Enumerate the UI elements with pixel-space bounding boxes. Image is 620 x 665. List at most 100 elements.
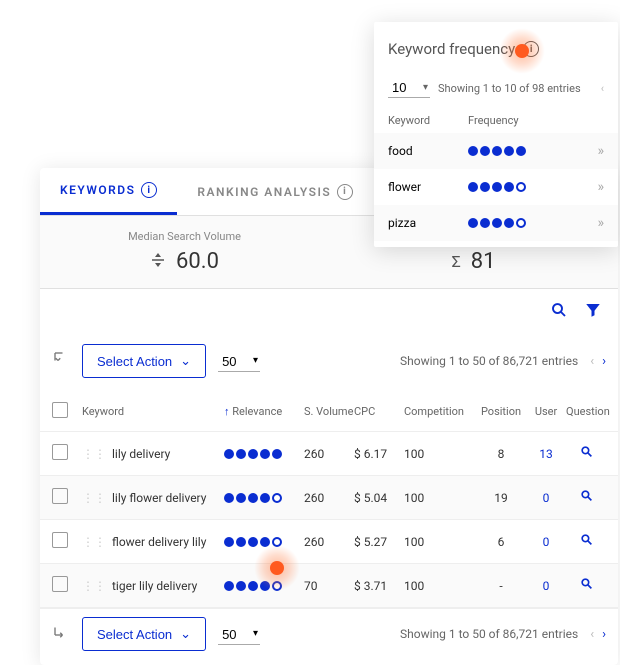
- filter-icon[interactable]: [580, 297, 606, 328]
- prev-page-icon[interactable]: ‹: [590, 627, 594, 642]
- popup-frequency-dots: [468, 218, 584, 228]
- magnify-icon[interactable]: [580, 491, 593, 506]
- relevance-dots: [224, 537, 304, 547]
- magnify-icon[interactable]: [580, 535, 593, 550]
- search-icon[interactable]: [546, 297, 572, 328]
- popup-frequency-dots: [468, 182, 584, 192]
- select-action-button[interactable]: Select Action ⌄: [82, 344, 206, 378]
- row-checkbox[interactable]: [52, 532, 68, 548]
- header-svolume[interactable]: S. Volume: [304, 405, 354, 418]
- relevance-dots: [224, 581, 304, 591]
- info-icon[interactable]: i: [337, 184, 353, 200]
- cell-competition: 100: [404, 491, 476, 505]
- cell-user[interactable]: 0: [526, 579, 566, 593]
- header-position[interactable]: Position: [476, 405, 526, 418]
- page-size-select-bottom[interactable]: [218, 625, 260, 645]
- tab-keywords-label: KEYWORDS: [60, 183, 135, 197]
- header-question[interactable]: Question: [566, 405, 606, 418]
- select-action-button-bottom[interactable]: Select Action ⌄: [82, 617, 206, 651]
- keyword-text: flower delivery lily: [112, 535, 206, 549]
- cell-user[interactable]: 0: [526, 491, 566, 505]
- magnify-icon[interactable]: [580, 447, 593, 462]
- header-cpc[interactable]: CPC: [354, 405, 404, 418]
- header-keyword[interactable]: Keyword: [82, 405, 224, 418]
- page-size-select[interactable]: [218, 352, 260, 372]
- cell-cpc: $ 3.71: [354, 579, 404, 593]
- cell-competition: 100: [404, 447, 476, 461]
- table-row: ⋮⋮ tiger lily delivery 70$ 3.71100-0: [40, 564, 618, 608]
- popup-frequency-dots: [468, 146, 584, 156]
- tab-keywords[interactable]: KEYWORDS i: [40, 168, 177, 215]
- popup-keyword: pizza: [388, 216, 468, 230]
- cell-position: 6: [476, 535, 526, 549]
- row-checkbox[interactable]: [52, 444, 68, 460]
- chevron-down-icon: ⌄: [180, 353, 191, 369]
- popup-header-frequency: Frequency: [468, 114, 604, 127]
- cell-competition: 100: [404, 535, 476, 549]
- cell-cpc: $ 5.27: [354, 535, 404, 549]
- cell-volume: 260: [304, 447, 354, 461]
- cell-position: 19: [476, 491, 526, 505]
- popup-keyword: food: [388, 144, 468, 158]
- stat-median-label: Median Search Volume: [60, 230, 309, 243]
- cell-cpc: $ 6.17: [354, 447, 404, 461]
- row-checkbox[interactable]: [52, 576, 68, 592]
- header-relevance[interactable]: ↑ Relevance: [224, 405, 304, 418]
- stat-median-value: 60.0: [176, 249, 219, 274]
- cell-position: 8: [476, 447, 526, 461]
- header-user[interactable]: User: [526, 405, 566, 418]
- select-action-label: Select Action: [97, 627, 172, 642]
- keyword-text: lily delivery: [112, 447, 170, 461]
- popup-showing-text: Showing 1 to 10 of 98 entries: [438, 82, 581, 95]
- row-checkbox[interactable]: [52, 488, 68, 504]
- sigma-icon: Σ: [452, 252, 461, 271]
- expand-icon[interactable]: »: [584, 179, 604, 195]
- cell-position: -: [476, 579, 526, 593]
- table-row: ⋮⋮lily flower delivery260$ 5.04100190: [40, 476, 618, 520]
- select-action-label: Select Action: [97, 354, 172, 369]
- keyword-text: lily flower delivery: [112, 491, 206, 505]
- expand-icon[interactable]: »: [584, 143, 604, 159]
- popup-page-size[interactable]: [388, 78, 430, 98]
- next-page-icon[interactable]: ›: [602, 627, 606, 642]
- stat-sum-value: 81: [471, 249, 496, 274]
- prev-page-icon[interactable]: ‹: [590, 354, 594, 369]
- cell-volume: 260: [304, 535, 354, 549]
- expand-icon[interactable]: »: [584, 215, 604, 231]
- tab-ranking-label: RANKING ANALYSIS: [197, 185, 331, 199]
- drag-handle-icon[interactable]: ⋮⋮: [82, 491, 106, 505]
- cell-volume: 260: [304, 491, 354, 505]
- header-competition[interactable]: Competition: [404, 405, 476, 418]
- magnify-icon[interactable]: [580, 579, 593, 594]
- cell-volume: 70: [304, 579, 354, 593]
- popup-keyword: flower: [388, 180, 468, 194]
- cell-user[interactable]: 13: [526, 447, 566, 461]
- cell-user[interactable]: 0: [526, 535, 566, 549]
- popup-title-text: Keyword frequency: [388, 40, 515, 58]
- table-row: ⋮⋮ flower delivery lily 260$ 5.2710060: [40, 520, 618, 564]
- keyword-text: tiger lily delivery: [112, 579, 197, 593]
- bulk-arrow-up-icon: [52, 623, 70, 646]
- drag-handle-icon[interactable]: ⋮⋮: [82, 535, 106, 549]
- popup-prev-icon[interactable]: ‹: [601, 82, 604, 95]
- bulk-arrow-down-icon: [52, 350, 70, 373]
- tab-ranking-analysis[interactable]: RANKING ANALYSIS i: [177, 168, 373, 215]
- showing-text: Showing 1 to 50 of 86,721 entries: [400, 354, 578, 368]
- table-header: Keyword ↑ Relevance S. Volume CPC Compet…: [40, 392, 618, 432]
- info-icon[interactable]: i: [141, 182, 157, 198]
- popup-row[interactable]: pizza »: [374, 205, 618, 241]
- drag-handle-icon[interactable]: ⋮⋮: [82, 447, 106, 461]
- relevance-dots: [224, 449, 304, 459]
- info-icon[interactable]: i: [523, 41, 539, 57]
- popup-row[interactable]: flower »: [374, 169, 618, 205]
- popup-row[interactable]: food »: [374, 133, 618, 169]
- cell-competition: 100: [404, 579, 476, 593]
- stat-median: Median Search Volume 60.0: [40, 216, 329, 288]
- next-page-icon[interactable]: ›: [602, 354, 606, 369]
- drag-handle-icon[interactable]: ⋮⋮: [82, 579, 106, 593]
- keyword-frequency-popup: Keyword frequency i Showing 1 to 10 of 9…: [374, 22, 618, 247]
- popup-header-keyword: Keyword: [388, 114, 468, 127]
- relevance-dots: [224, 493, 304, 503]
- select-all-checkbox[interactable]: [52, 402, 68, 418]
- showing-text: Showing 1 to 50 of 86,721 entries: [400, 627, 578, 641]
